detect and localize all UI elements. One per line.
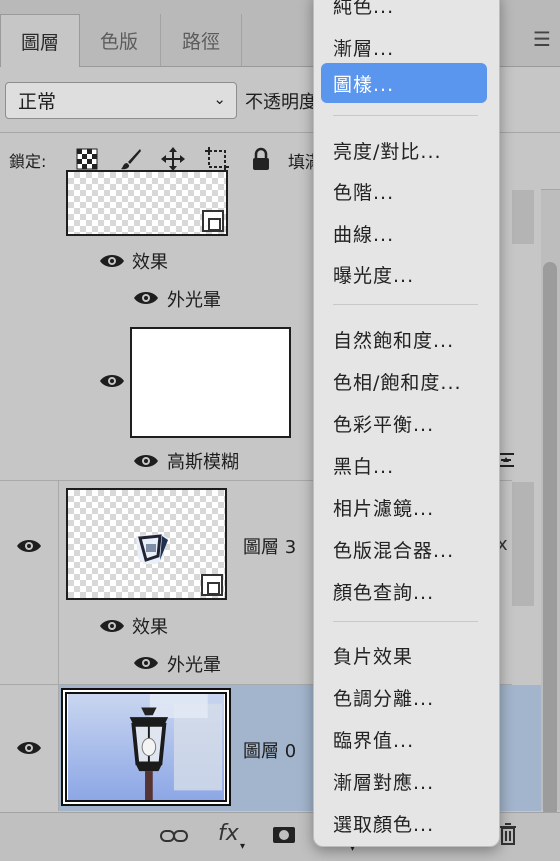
smart-object-icon [201,574,223,596]
street-lamp-photo [65,692,227,802]
scroll-region [512,190,534,244]
tab-channels[interactable]: 色版 [80,14,158,66]
eye-icon[interactable] [133,289,159,307]
blend-mode-select[interactable]: 正常 ⌄ [5,82,237,119]
menu-item-brightness-contrast[interactable]: 亮度/對比... [333,137,442,164]
menu-item-levels[interactable]: 色階... [333,178,394,205]
trash-icon[interactable] [500,823,516,845]
menu-item-curves[interactable]: 曲線... [333,220,394,247]
tab-paths[interactable]: 路徑 [160,14,242,66]
layer-3-name[interactable]: 圖層 3 [243,533,296,559]
menu-separator [333,621,478,622]
blend-mode-value: 正常 [18,91,57,113]
menu-item-gradient-map[interactable]: 漸層對應... [333,768,434,795]
outer-glow-label: 外光暈 [167,655,221,676]
menu-item-pattern[interactable]: 圖樣... [321,63,487,103]
menu-item-posterize[interactable]: 色調分離... [333,684,434,711]
lock-position-icon[interactable] [160,146,186,172]
panel-menu-icon[interactable]: ☰ [533,27,551,51]
menu-item-color-balance[interactable]: 色彩平衡... [333,410,434,437]
menu-item-hue-saturation[interactable]: 色相/飽和度... [333,368,462,395]
eye-icon[interactable] [99,252,125,270]
menu-item-gradient[interactable]: 漸層... [333,34,394,61]
eye-icon[interactable] [133,654,159,672]
menu-separator [333,304,478,305]
menu-item-black-white[interactable]: 黑白... [333,452,394,479]
eye-icon[interactable] [99,372,125,390]
eye-icon[interactable] [133,452,159,470]
layer-thumbnail[interactable] [66,170,228,236]
menu-item-color-lookup[interactable]: 顏色查詢... [333,578,434,605]
eye-icon[interactable] [99,617,125,635]
lock-label: 鎖定: [9,152,47,171]
menu-item-exposure[interactable]: 曝光度... [333,261,414,288]
menu-item-photo-filter[interactable]: 相片濾鏡... [333,494,434,521]
smart-filter-mask-thumbnail[interactable] [130,327,291,438]
menu-item-channel-mixer[interactable]: 色版混合器... [333,536,454,563]
outer-glow-label: 外光暈 [167,290,221,311]
menu-item-solid-color[interactable]: 純色... [333,0,394,19]
lamp-fragment-image [136,534,168,564]
menu-item-selective-color[interactable]: 選取顏色... [333,810,434,837]
scroll-region [512,482,534,606]
lock-image-pixels-icon[interactable] [118,146,144,172]
tab-layers[interactable]: 圖層 [0,14,80,67]
lock-artboard-icon[interactable] [204,146,230,172]
gaussian-blur-label: 高斯模糊 [167,452,239,473]
menu-item-invert[interactable]: 負片效果 [333,642,413,669]
menu-item-vibrance[interactable]: 自然飽和度... [333,326,454,353]
menu-separator [333,115,478,116]
visibility-column [0,481,59,684]
opacity-label: 不透明度 [245,92,317,113]
eye-icon[interactable] [16,739,42,757]
lock-transparent-pixels-icon[interactable] [74,146,100,172]
smart-object-icon [202,210,224,232]
menu-item-threshold[interactable]: 臨界值... [333,726,414,753]
link-layers-icon[interactable] [159,826,189,846]
dropdown-indicator-icon: ▾ [240,841,246,852]
add-mask-icon[interactable] [272,826,296,844]
effects-label: 效果 [132,617,168,638]
effects-label: 效果 [132,252,168,273]
layer-0-name[interactable]: 圖層 0 [243,737,296,763]
lock-all-icon[interactable] [248,146,274,172]
add-layer-style-button[interactable]: fx [218,821,239,846]
chevron-down-icon: ⌄ [213,90,226,108]
scrollbar-thumb[interactable] [543,262,557,817]
layer-3-thumbnail[interactable] [66,488,227,600]
eye-icon[interactable] [16,537,42,555]
layer-0-thumbnail[interactable] [61,688,231,806]
